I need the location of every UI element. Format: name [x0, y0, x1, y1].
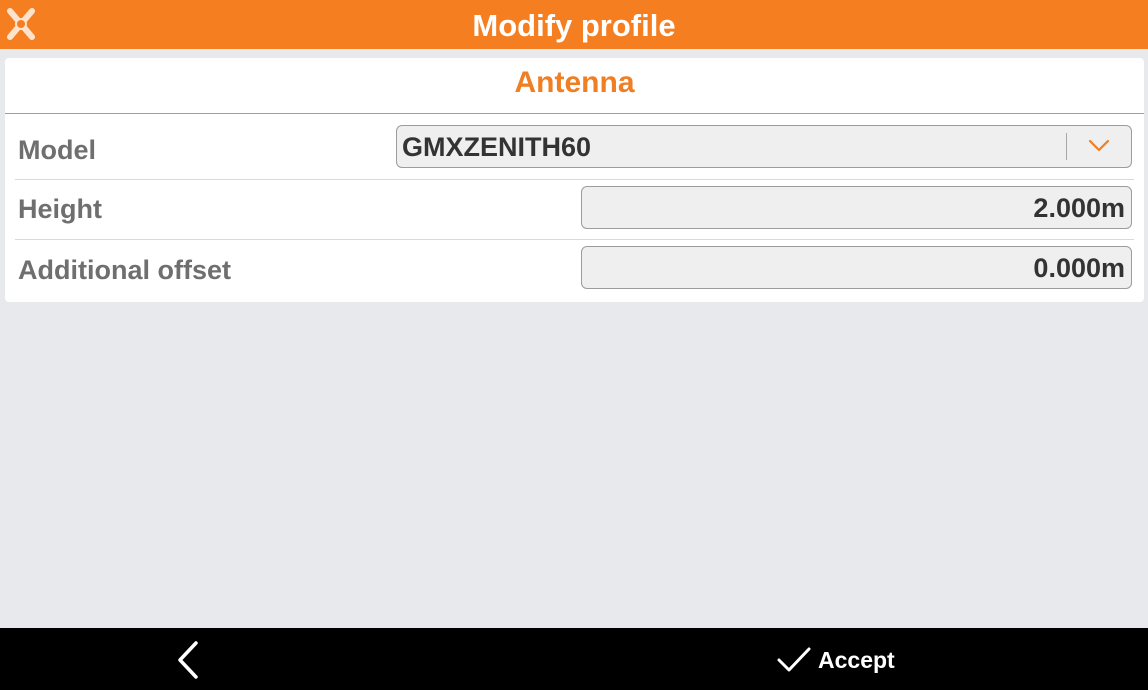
- chevron-down-icon[interactable]: [1087, 138, 1111, 154]
- model-value: GMXZENITH60: [402, 132, 592, 162]
- model-row: Model GMXZENITH60: [15, 121, 1134, 180]
- app-window: Modify profile Antenna Model GMXZENITH60…: [0, 0, 1148, 690]
- height-label: Height: [18, 194, 102, 224]
- title-bar: Modify profile: [0, 0, 1148, 49]
- height-input[interactable]: 2.000m: [581, 186, 1132, 229]
- additional-offset-row: Additional offset 0.000m: [15, 240, 1134, 300]
- model-label: Model: [18, 135, 96, 165]
- accept-label: Accept: [818, 647, 895, 673]
- dropdown-separator: [1066, 133, 1067, 160]
- chevron-left-icon[interactable]: [170, 640, 210, 680]
- model-dropdown[interactable]: GMXZENITH60: [396, 125, 1132, 168]
- bottom-action-bar: Accept: [0, 628, 1148, 690]
- additional-offset-label: Additional offset: [18, 255, 231, 285]
- section-title: Antenna: [5, 58, 1144, 114]
- additional-offset-input[interactable]: 0.000m: [581, 246, 1132, 289]
- checkmark-icon: [777, 647, 811, 672]
- height-row: Height 2.000m: [15, 180, 1134, 240]
- page-title: Modify profile: [472, 8, 676, 43]
- antenna-panel: Antenna Model GMXZENITH60 Height 2.000m …: [5, 58, 1144, 302]
